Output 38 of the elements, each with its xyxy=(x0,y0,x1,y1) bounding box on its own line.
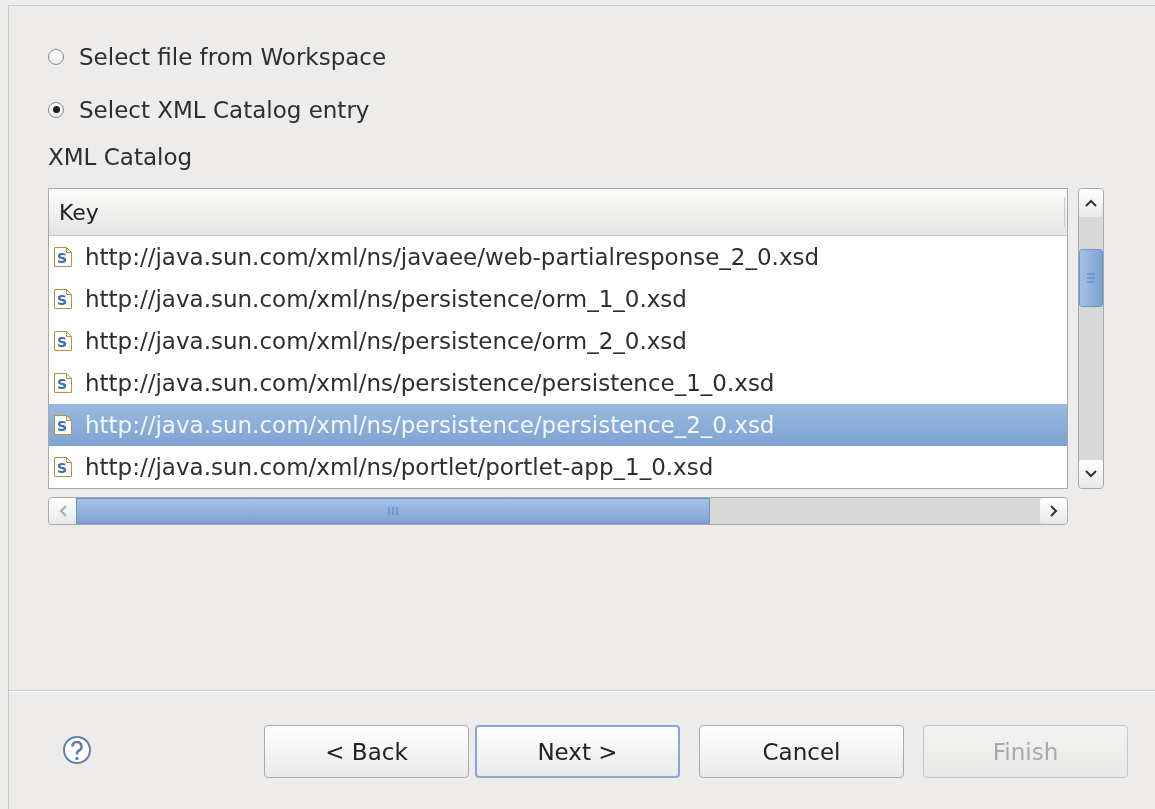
column-header[interactable]: Key xyxy=(49,189,1067,236)
catalog-key: http://java.sun.com/xml/ns/persistence/persistence_1_0.xsd xyxy=(85,370,775,396)
catalog-row[interactable]: S http://java.sun.com/xml/ns/javaee/web-partialresponse_2_0.xsd xyxy=(49,236,1067,278)
help-icon[interactable] xyxy=(62,734,92,765)
horizontal-scrollbar[interactable] xyxy=(48,497,1068,525)
catalog-key: http://java.sun.com/xml/ns/persistence/orm_1_0.xsd xyxy=(85,286,687,312)
section-label: XML Catalog xyxy=(48,144,193,172)
wizard-button[interactable]: Next > xyxy=(475,725,680,778)
radio-label[interactable]: Select file from Workspace xyxy=(79,43,387,70)
schema-file-icon: S xyxy=(53,372,73,394)
scrollbar-thumb[interactable] xyxy=(1079,249,1103,307)
radio-label[interactable]: Select XML Catalog entry xyxy=(79,96,370,123)
grip-icon xyxy=(387,506,399,516)
wizard-button[interactable]: < Back xyxy=(264,725,469,778)
schema-file-icon: S xyxy=(53,456,73,478)
schema-file-icon: S xyxy=(53,246,73,268)
scroll-down-icon[interactable] xyxy=(1084,469,1098,479)
radio-button[interactable] xyxy=(48,101,64,118)
schema-file-icon: S xyxy=(53,288,73,310)
catalog-row[interactable]: S http://java.sun.com/xml/ns/persistence/orm_1_0.xsd xyxy=(49,278,1067,320)
catalog-row[interactable]: S http://java.sun.com/xml/ns/portlet/portlet-app_1_0.xsd xyxy=(49,446,1067,488)
radio-button[interactable] xyxy=(48,48,64,65)
vertical-scrollbar[interactable] xyxy=(1078,188,1104,489)
wizard-button[interactable]: Cancel xyxy=(699,725,904,778)
scroll-up-icon[interactable] xyxy=(1084,198,1098,208)
catalog-key: http://java.sun.com/xml/ns/persistence/orm_2_0.xsd xyxy=(85,328,687,354)
catalog-key: http://java.sun.com/xml/ns/persistence/persistence_2_0.xsd xyxy=(85,412,775,438)
catalog-row[interactable]: S http://java.sun.com/xml/ns/persistence/persistence_2_0.xsd xyxy=(49,404,1067,446)
schema-file-icon: S xyxy=(53,414,73,436)
catalog-row[interactable]: S http://java.sun.com/xml/ns/persistence/persistence_1_0.xsd xyxy=(49,362,1067,404)
scrollbar-thumb[interactable] xyxy=(76,498,710,524)
catalog-row[interactable]: S http://java.sun.com/xml/ns/persistence/orm_2_0.xsd xyxy=(49,320,1067,362)
catalog-key: http://java.sun.com/xml/ns/portlet/portlet-app_1_0.xsd xyxy=(85,454,714,480)
grip-icon xyxy=(1086,272,1096,284)
scroll-left-icon[interactable] xyxy=(57,504,68,518)
scroll-right-icon[interactable] xyxy=(1048,504,1059,518)
schema-file-icon: S xyxy=(53,330,73,352)
catalog-key: http://java.sun.com/xml/ns/javaee/web-partialresponse_2_0.xsd xyxy=(85,244,820,270)
